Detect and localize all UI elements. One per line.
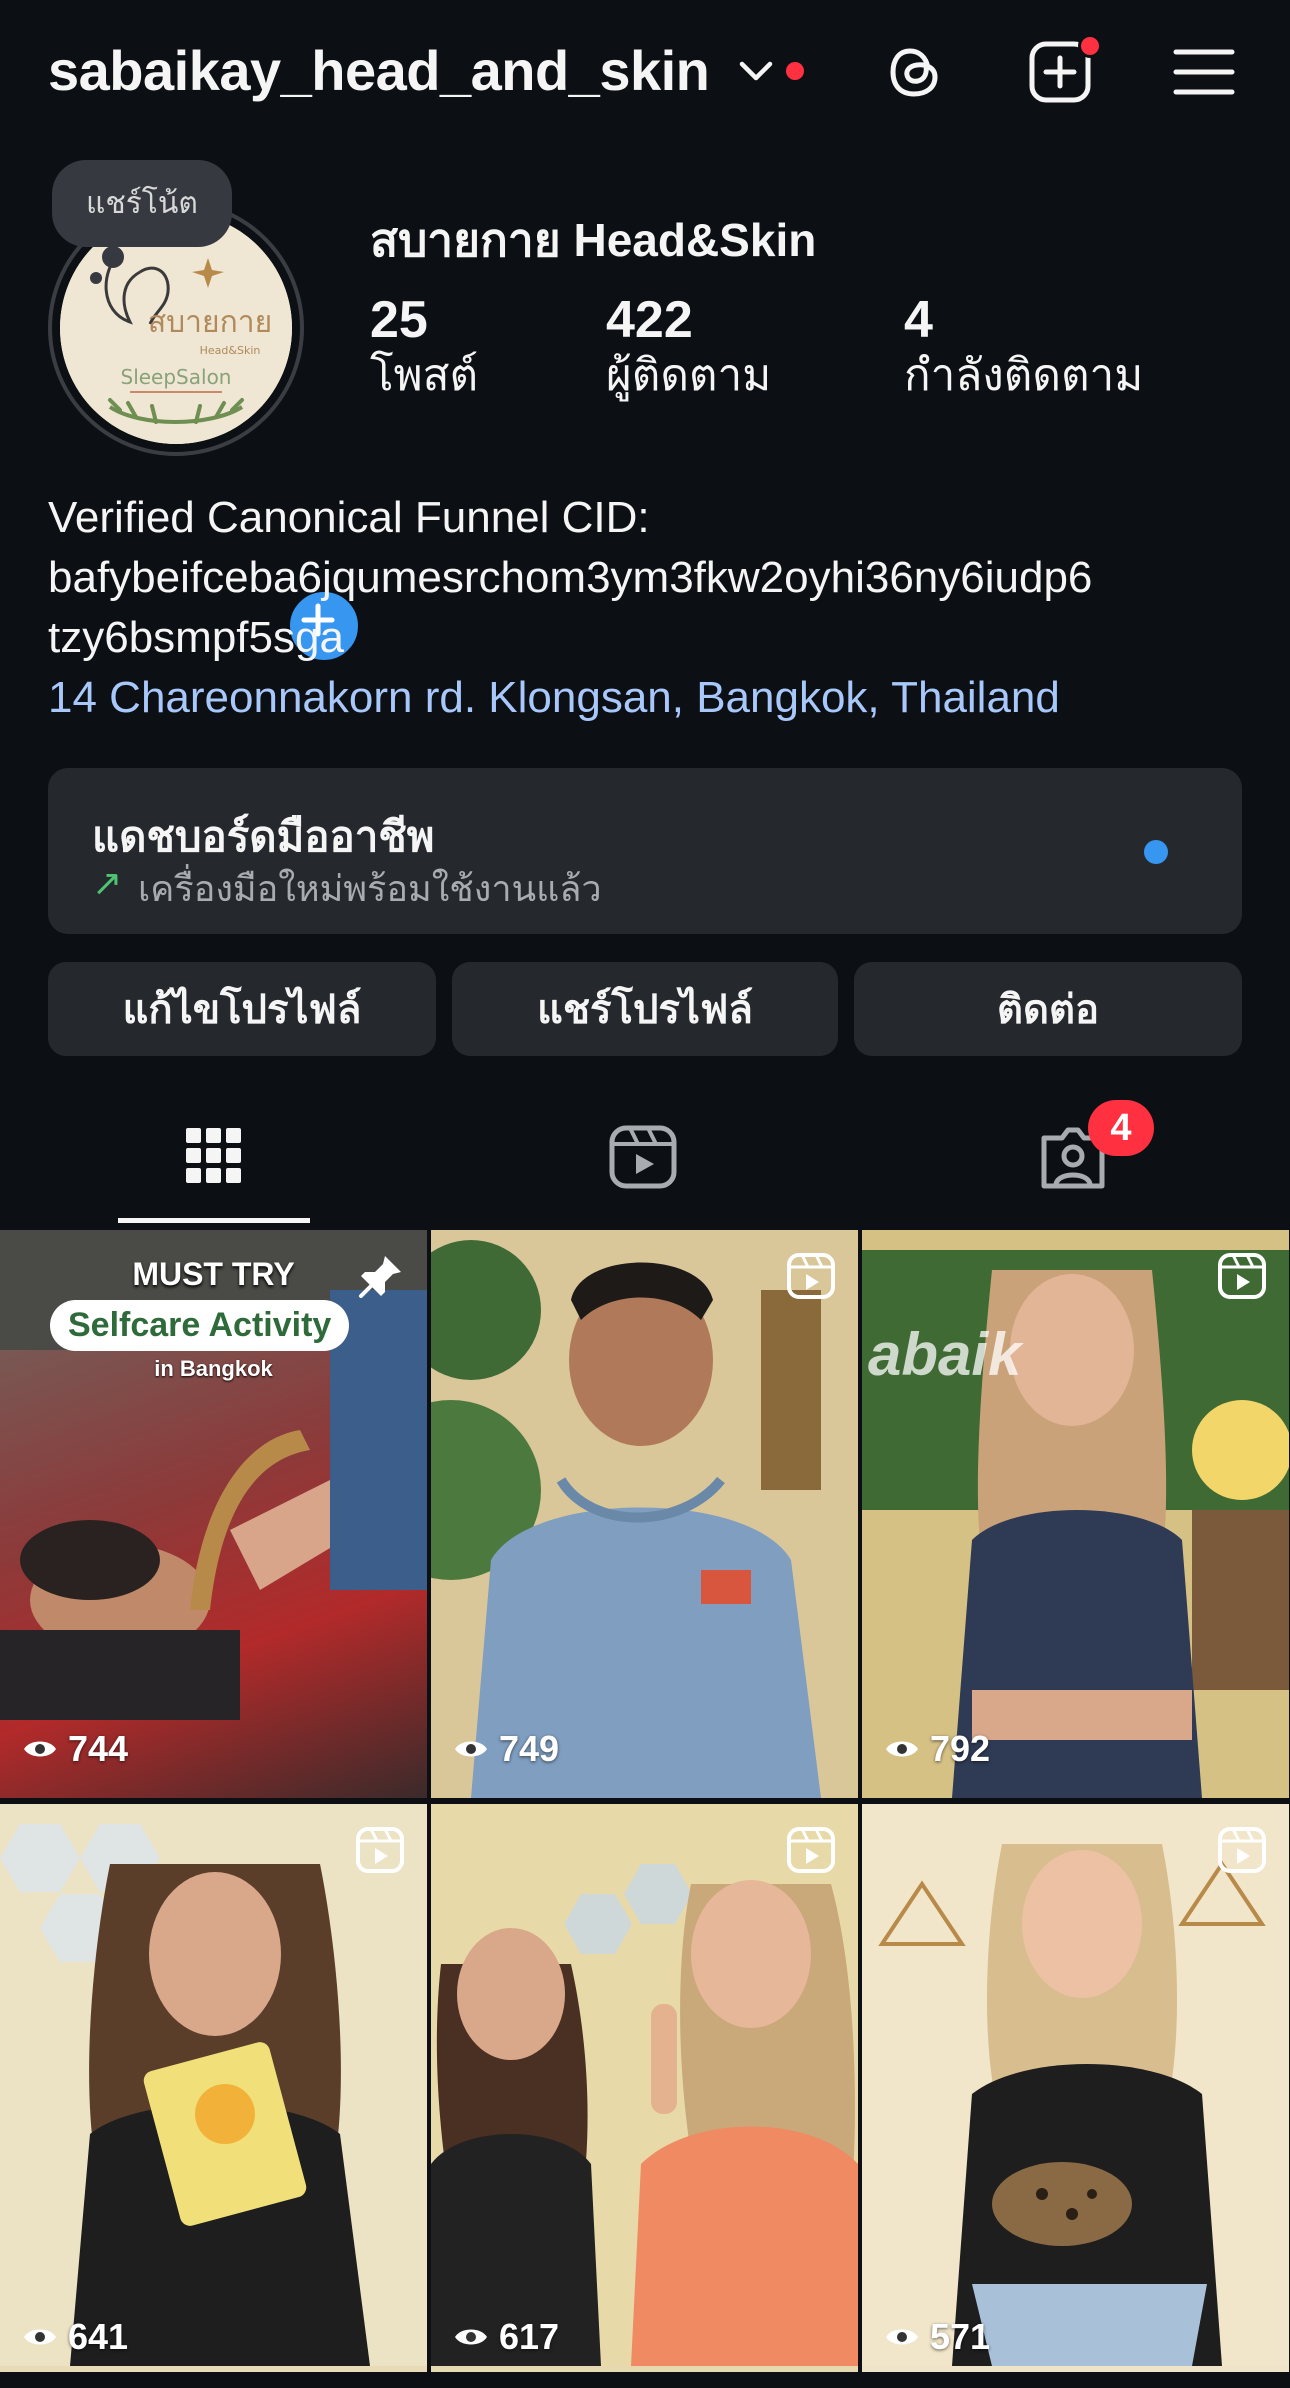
svg-text:สบายกาย: สบายกาย [148,305,272,340]
view-count: 617 [453,2316,559,2358]
share-profile-button[interactable]: แชร์โปรไฟล์ [452,962,838,1056]
view-count-value: 749 [499,1728,560,1769]
threads-icon[interactable] [882,38,950,106]
eye-icon [455,1741,487,1757]
post-image [431,1804,858,2366]
view-count-value: 744 [68,1728,129,1769]
view-count-value: 792 [930,1728,991,1769]
stat-following-label: กำลังติดตาม [904,351,1144,400]
eye-icon [886,2329,918,2345]
reels-icon [609,1125,677,1189]
contact-button[interactable]: ติดต่อ [854,962,1242,1056]
active-tab-indicator [118,1218,310,1223]
account-switcher-username[interactable]: sabaikay_head_and_skin [48,38,710,103]
profile-bio: Verified Canonical Funnel CID: bafybeifc… [48,488,1248,728]
trend-arrow-icon: ↗ [92,862,123,903]
post-thumbnail[interactable]: 641 [0,1804,427,2372]
create-badge-dot [1078,34,1102,58]
sign-text-overlay: abaik [868,1321,1022,1388]
post-image [0,1804,427,2366]
bio-line: tzy6bsmpf5sga [48,613,344,662]
eye-icon [455,2329,487,2345]
stat-following[interactable]: 4 กำลังติดตาม [904,292,1143,404]
post-thumbnail[interactable]: 749 [431,1230,858,1798]
stat-followers-value: 422 [606,291,693,349]
notification-dot [786,62,804,80]
bio-line: bafybeifceba6jqumesrchom3ym3fkw2oyhi36ny… [48,553,1093,602]
eye-icon [24,2329,56,2345]
view-count: 744 [22,1728,128,1770]
view-count-value: 641 [68,2316,129,2357]
tab-tagged[interactable] [860,1100,1290,1228]
stat-posts-value: 25 [370,291,428,349]
post-image [862,1230,1289,1798]
view-count: 792 [884,1728,990,1770]
tagged-count-badge: 4 [1088,1100,1154,1156]
professional-dashboard-card[interactable]: แดชบอร์ดมืออาชีพ ↗ เครื่องมือใหม่พร้อมใช… [48,768,1242,934]
display-name: สบายกาย Head&Skin [370,214,817,266]
view-count-value: 571 [930,2316,991,2357]
view-count: 571 [884,2316,990,2358]
post-image [431,1230,858,1798]
stat-posts-label: โพสต์ [370,351,479,400]
pin-icon [359,1256,401,1298]
post-thumbnail[interactable]: abaik 792 [862,1230,1289,1798]
menu-icon[interactable] [1170,38,1238,106]
tab-grid[interactable] [0,1100,430,1228]
eye-icon [24,1741,56,1757]
stat-following-value: 4 [904,291,933,349]
reel-indicator-icon [1218,1827,1266,1873]
note-bubble-tail-small [90,272,102,284]
grid-icon [186,1128,241,1183]
svg-text:SleepSalon: SleepSalon [121,365,232,389]
reel-indicator-icon [787,1827,835,1873]
stat-posts[interactable]: 25 โพสต์ [370,292,478,404]
reel-indicator-icon [1218,1253,1266,1299]
post-thumbnail[interactable]: MUST TRY Selfcare Activity in Bangkok 74… [0,1230,427,1798]
edit-profile-button[interactable]: แก้ไขโปรไฟล์ [48,962,436,1056]
share-note-bubble[interactable]: แชร์โน้ต [52,160,232,247]
stat-followers-label: ผู้ติดตาม [606,351,772,400]
reel-indicator-icon [787,1253,835,1299]
new-indicator-dot [1144,840,1168,864]
location-link[interactable]: 14 Chareonnakorn rd. Klongsan, Bangkok, … [48,668,1248,728]
chevron-down-icon[interactable] [738,58,774,84]
dashboard-subtitle: เครื่องมือใหม่พร้อมใช้งานแล้ว [138,868,602,909]
reel-indicator-icon [356,1827,404,1873]
eye-icon [886,1741,918,1757]
post-image [862,1804,1289,2366]
tab-reels[interactable] [430,1100,860,1228]
stat-followers[interactable]: 422 ผู้ติดตาม [606,292,771,404]
post-thumbnail[interactable]: 571 [862,1804,1289,2372]
svg-text:Head&Skin: Head&Skin [200,344,261,357]
overlay-in-bangkok: in Bangkok [154,1356,273,1381]
view-count: 641 [22,2316,128,2358]
top-bar: sabaikay_head_and_skin [0,0,1290,150]
view-count-value: 617 [499,2316,560,2357]
overlay-selfcare-activity: Selfcare Activity [50,1300,350,1351]
post-thumbnail[interactable]: 617 [431,1804,858,2372]
note-bubble-tail [102,246,124,268]
view-count: 749 [453,1728,559,1770]
bio-line: Verified Canonical Funnel CID: [48,493,650,542]
